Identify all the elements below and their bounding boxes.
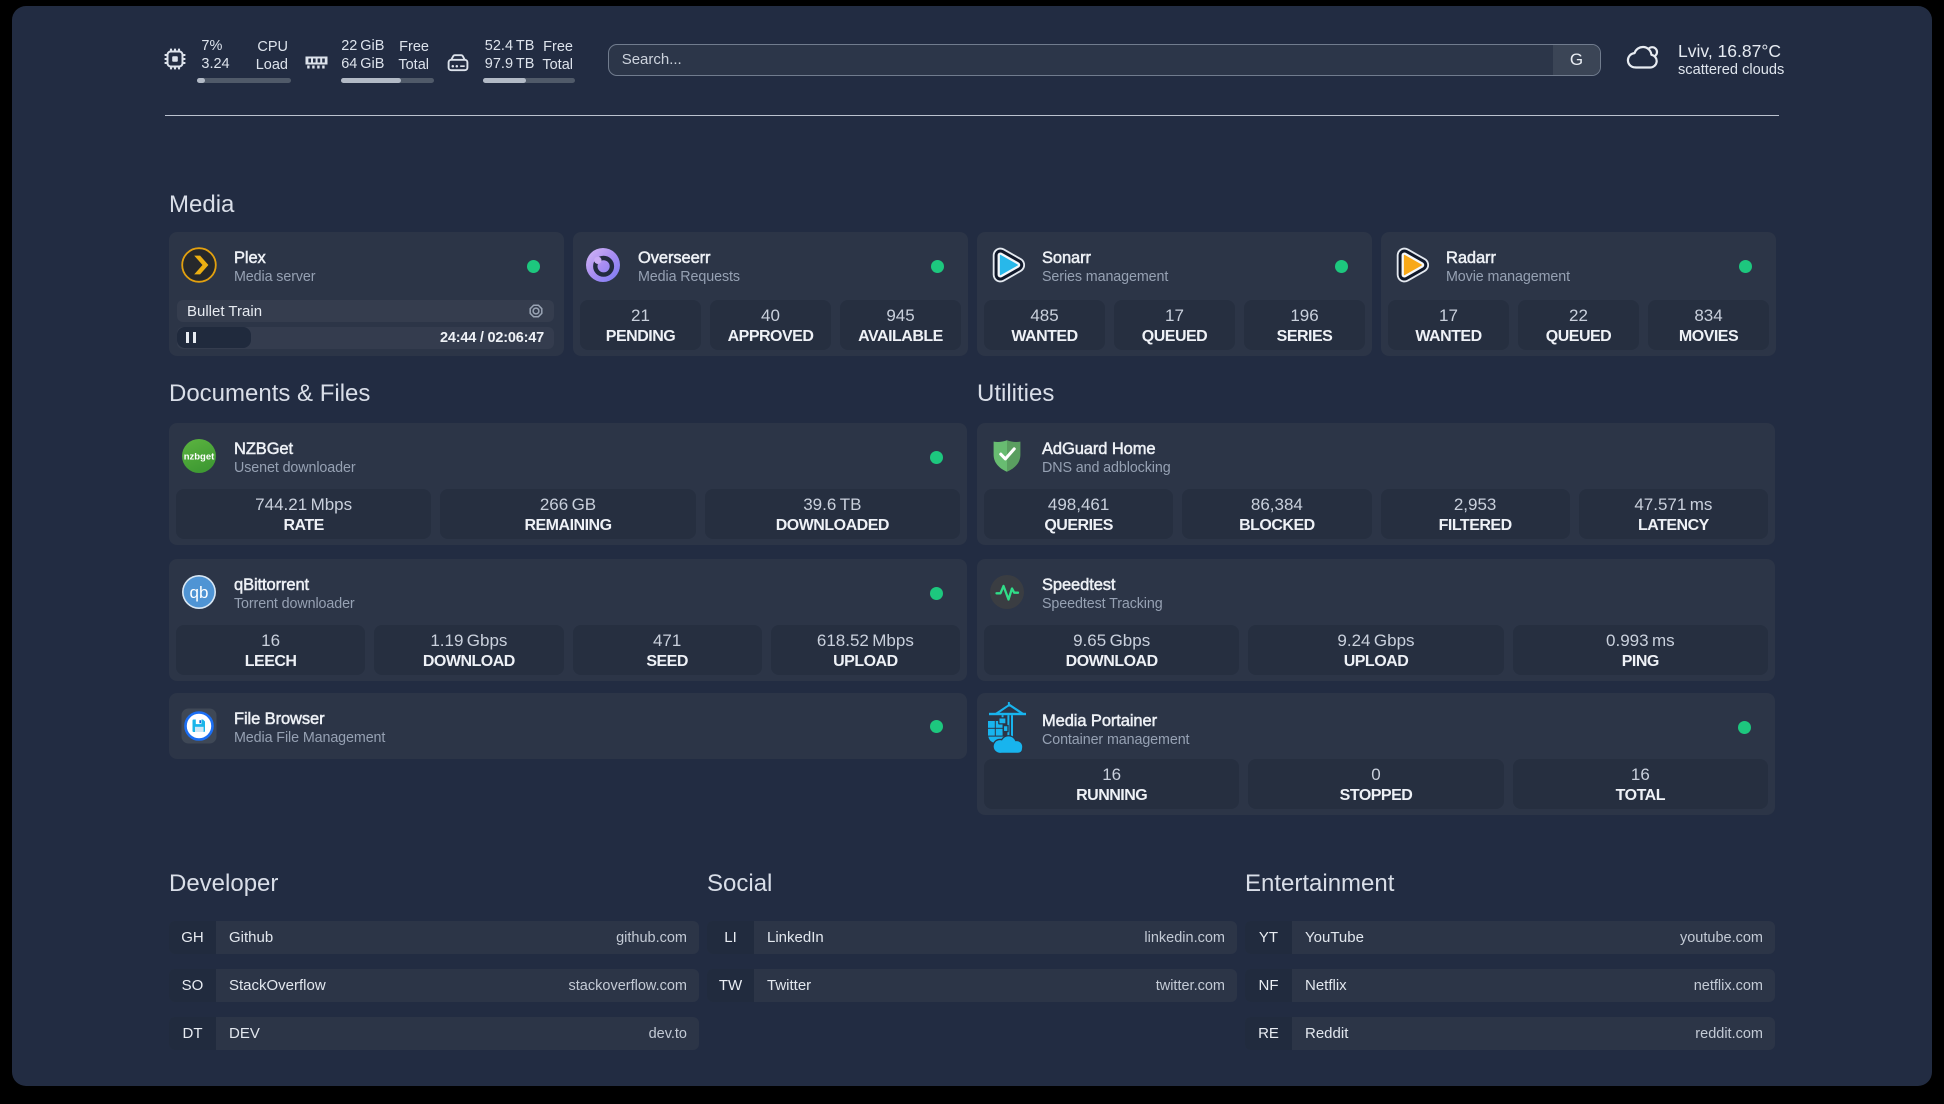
svg-text:nzbget: nzbget	[184, 452, 215, 463]
svg-text:qb: qb	[190, 583, 209, 602]
